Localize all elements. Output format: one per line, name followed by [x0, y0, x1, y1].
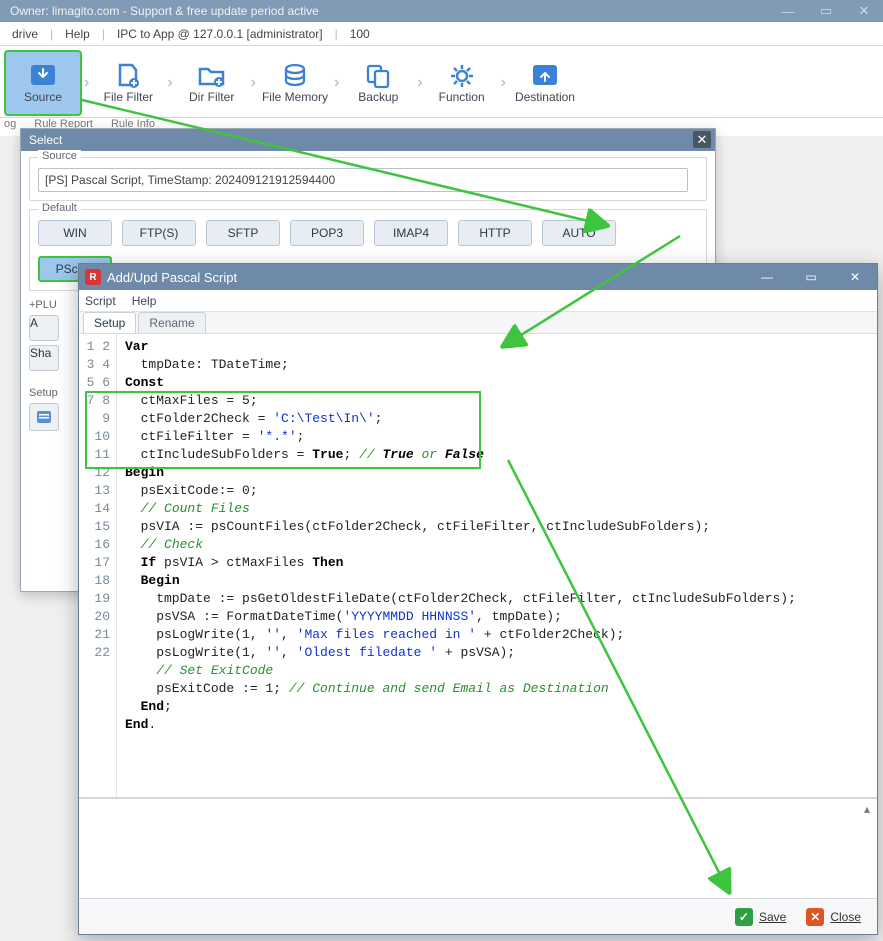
menu-help[interactable]: Help — [59, 25, 96, 43]
script-dialog-footer: ✓ Save ✕ Close — [79, 898, 877, 934]
ribbon-filememory[interactable]: File Memory — [258, 52, 332, 114]
x-icon: ✕ — [806, 908, 824, 926]
close-icon[interactable]: ✕ — [845, 0, 883, 22]
script-dialog-title: Add/Upd Pascal Script — [107, 270, 237, 285]
ribbon-function-label: Function — [439, 90, 485, 104]
code-editor[interactable]: 1 2 3 4 5 6 7 8 9 10 11 12 13 14 15 16 1… — [79, 334, 877, 798]
main-menubar: drive | Help | IPC to App @ 127.0.0.1 [a… — [0, 22, 883, 46]
ribbon-dirfilter[interactable]: Dir Filter — [175, 52, 249, 114]
option-win[interactable]: WIN — [38, 220, 112, 246]
scroll-up-icon[interactable]: ▴ — [860, 802, 874, 816]
file-plus-icon — [111, 62, 145, 90]
ribbon-filefilter[interactable]: File Filter — [91, 52, 165, 114]
main-window-title: Owner: limagito.com - Support & free upd… — [10, 4, 319, 18]
ribbon-source[interactable]: Source — [4, 50, 82, 116]
option-imap4[interactable]: IMAP4 — [374, 220, 448, 246]
select-dialog-title: Select — [29, 133, 62, 147]
script-tabs: Setup Rename — [79, 312, 877, 334]
ribbon-filememory-label: File Memory — [262, 90, 328, 104]
check-icon: ✓ — [735, 908, 753, 926]
menu-help-2[interactable]: Help — [132, 294, 157, 308]
option-auto[interactable]: AUTO — [542, 220, 616, 246]
close-button[interactable]: ✕ Close — [800, 906, 867, 928]
ribbon-function[interactable]: Function — [425, 52, 499, 114]
chevron-right-icon: › — [165, 74, 174, 92]
setup-button[interactable] — [29, 403, 59, 431]
subtab-og[interactable]: og — [4, 118, 16, 136]
script-minimize-icon[interactable]: — — [745, 264, 789, 290]
ribbon-destination-label: Destination — [515, 90, 575, 104]
ribbon-filefilter-label: File Filter — [104, 90, 153, 104]
option-pop3[interactable]: POP3 — [290, 220, 364, 246]
line-number-gutter: 1 2 3 4 5 6 7 8 9 10 11 12 13 14 15 16 1… — [79, 334, 117, 797]
tab-setup[interactable]: Setup — [83, 312, 136, 333]
script-dialog: R Add/Upd Pascal Script — ▭ ✕ Script Hel… — [78, 263, 878, 935]
output-pane[interactable]: ▴ — [79, 798, 877, 898]
select-dialog-close-icon[interactable]: ✕ — [693, 131, 711, 148]
toolbar-ribbon: Source › File Filter › Dir Filter › File… — [0, 46, 883, 118]
save-button[interactable]: ✓ Save — [729, 906, 792, 928]
maximize-icon[interactable]: ▭ — [807, 0, 845, 22]
folder-plus-icon — [195, 62, 229, 90]
main-window-titlebar: Owner: limagito.com - Support & free upd… — [0, 0, 883, 22]
source-input[interactable] — [38, 168, 688, 192]
default-legend: Default — [38, 202, 81, 214]
chevron-right-icon: › — [249, 74, 258, 92]
minimize-icon[interactable]: — — [769, 0, 807, 22]
upload-icon — [528, 62, 562, 90]
tab-rename[interactable]: Rename — [138, 312, 205, 333]
menu-script[interactable]: Script — [85, 294, 116, 308]
plu-button-a[interactable]: A — [29, 315, 59, 341]
option-ftps[interactable]: FTP(S) — [122, 220, 196, 246]
option-sftp[interactable]: SFTP — [206, 220, 280, 246]
ribbon-source-label: Source — [24, 90, 62, 104]
plu-button-sha[interactable]: Sha — [29, 345, 59, 371]
code-area[interactable]: Var tmpDate: TDateTime; Const ctMaxFiles… — [117, 334, 877, 797]
menu-num: 100 — [344, 25, 376, 43]
script-dialog-titlebar: R Add/Upd Pascal Script — ▭ ✕ — [79, 264, 877, 290]
option-http[interactable]: HTTP — [458, 220, 532, 246]
script-maximize-icon[interactable]: ▭ — [789, 264, 833, 290]
ribbon-backup[interactable]: Backup — [341, 52, 415, 114]
chevron-right-icon: › — [415, 74, 424, 92]
ribbon-dirfilter-label: Dir Filter — [189, 90, 234, 104]
source-fieldset: Source — [29, 157, 707, 201]
app-icon: R — [85, 269, 101, 285]
chevron-right-icon: › — [82, 74, 91, 92]
download-icon — [26, 62, 60, 90]
menu-drive[interactable]: drive — [6, 25, 44, 43]
select-dialog-titlebar: Select ✕ — [21, 129, 715, 151]
chevron-right-icon: › — [499, 74, 508, 92]
chevron-right-icon: › — [332, 74, 341, 92]
ribbon-backup-label: Backup — [358, 90, 398, 104]
menu-ipc: IPC to App @ 127.0.0.1 [administrator] — [111, 25, 329, 43]
source-legend: Source — [38, 150, 81, 162]
ribbon-destination[interactable]: Destination — [508, 52, 582, 114]
copy-icon — [361, 62, 395, 90]
script-menubar: Script Help — [79, 290, 877, 312]
script-close-icon[interactable]: ✕ — [833, 264, 877, 290]
setup-icon — [35, 409, 53, 425]
gear-icon — [445, 62, 479, 90]
database-icon — [278, 62, 312, 90]
